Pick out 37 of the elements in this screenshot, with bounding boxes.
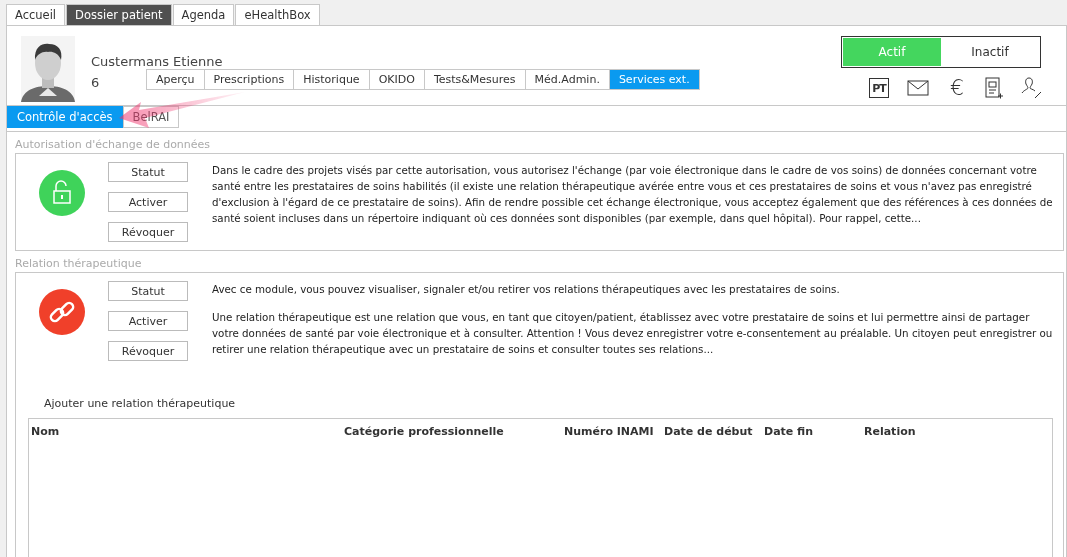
nav-tab[interactable]: eHealthBox	[235, 4, 320, 25]
action-button[interactable]: Statut	[108, 162, 188, 182]
record-tab[interactable]: Tests&Mesures	[423, 69, 526, 90]
record-tab[interactable]: Historique	[293, 69, 370, 90]
column-header: Date fin	[764, 425, 815, 438]
pt-icon[interactable]: PT	[869, 78, 889, 98]
section-title: Autorisation d'échange de données	[14, 137, 212, 153]
column-header: Catégorie professionnelle	[344, 425, 505, 438]
section-title: Relation thérapeutique	[14, 256, 143, 272]
patient-name: Custermans Etienne	[91, 54, 224, 69]
mail-icon[interactable]	[907, 80, 929, 96]
description-paragraph: Dans le cadre des projets visés par cette autorisation, vous autorisez l'échange (par voie électronique dans le cadre de vos soins) de données concernant votre santé entre les prestataires de soins habilités (il existe une relation thérapeutique avérée entre vous et ces prestataires de soins et vous n'avez pas enregistré d'exclusion à l'égard de ce prestataire de soins). Afin de rendre possible cet échange électronique, vous acceptez également que des références à ces données de santé soient incluses dans un répertoire indiquant où ces données sont disponibles (par exemple, dans quel hôpital). Pour rappel, cette...	[212, 163, 1053, 226]
description-paragraph: Une relation thérapeutique est une relation que vous, en tant que citoyen/patient, établissez avec votre prestataire de soins et lui permettre ainsi de partager votre données de santé par voie électronique et à consulter. Attention ! Vous devez enregistrer votre e-consentement au préalable. Un citoyen peut enregistrer ou retirer une relation thérapeutique avec un prestataire de soins et consulter toutes ses relations...	[212, 310, 1053, 357]
action-button[interactable]: Révoquer	[108, 341, 188, 361]
record-tab[interactable]: Prescriptions	[203, 69, 295, 90]
column-header: Nom	[31, 425, 61, 438]
user-edit-icon[interactable]	[1021, 77, 1043, 99]
nav-tab[interactable]: Dossier patient	[66, 4, 172, 25]
nav-tab[interactable]: Accueil	[6, 4, 66, 25]
action-button[interactable]: Activer	[108, 311, 188, 331]
patient-number: 6	[91, 75, 101, 90]
action-button[interactable]: Révoquer	[108, 222, 188, 242]
sub-tab[interactable]: BelRAI	[122, 106, 180, 128]
table-caption: Ajouter une relation thérapeutique	[44, 397, 237, 410]
record-tab[interactable]: OKIDO	[368, 69, 425, 90]
column-header: Numéro INAMI	[564, 425, 655, 438]
euro-icon[interactable]: €	[947, 77, 967, 99]
column-header: Relation	[864, 425, 917, 438]
action-button[interactable]: Activer	[108, 192, 188, 212]
status-toggle[interactable]: Actif Inactif	[841, 36, 1041, 68]
column-header: Date de début	[664, 425, 754, 438]
record-tab[interactable]: Méd.Admin.	[524, 69, 610, 90]
description-paragraph: Avec ce module, vous pouvez visualiser, signaler et/ou retirer vos relations thérapeutiques avec les prestataires de soins.	[212, 282, 841, 297]
nav-tab[interactable]: Agenda	[172, 4, 235, 25]
record-tab[interactable]: Aperçu	[146, 69, 205, 90]
document-add-icon[interactable]	[985, 77, 1003, 99]
action-button[interactable]: Statut	[108, 281, 188, 301]
